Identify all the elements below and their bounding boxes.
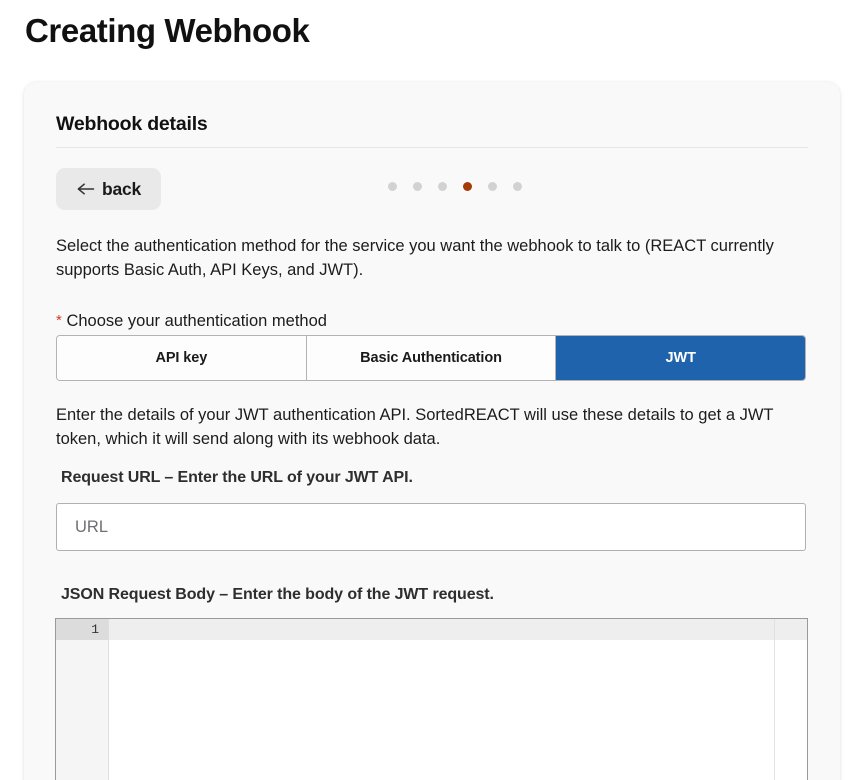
editor-print-margin	[774, 619, 775, 780]
step-dot-4[interactable]	[463, 182, 472, 191]
gutter-line-number: 1	[56, 619, 108, 640]
step-dot-5[interactable]	[488, 182, 497, 191]
card-title: Webhook details	[56, 113, 208, 136]
segment-jwt[interactable]: JWT	[556, 336, 805, 380]
auth-method-label-text: Choose your authentication method	[66, 312, 327, 330]
card-header-divider	[56, 147, 808, 148]
editor-line[interactable]	[109, 619, 807, 640]
request-url-input[interactable]	[56, 503, 806, 551]
jwt-description: Enter the details of your JWT authentica…	[56, 403, 816, 451]
navigation-row: back	[56, 168, 808, 212]
back-button-label: back	[102, 179, 141, 200]
back-button[interactable]: back	[56, 168, 161, 210]
json-request-body-editor[interactable]: 1	[55, 618, 808, 780]
editor-gutter: 1	[56, 619, 109, 780]
webhook-details-card: Webhook details back	[24, 82, 840, 780]
json-request-body-label: JSON Request Body – Enter the body of th…	[61, 586, 494, 604]
editor-text-area[interactable]	[109, 619, 807, 780]
request-url-label: Request URL – Enter the URL of your JWT …	[61, 469, 413, 487]
auth-method-label: * Choose your authentication method	[56, 312, 327, 331]
segment-api-key[interactable]: API key	[57, 336, 307, 380]
required-marker: *	[56, 312, 62, 329]
segment-basic-authentication[interactable]: Basic Authentication	[307, 336, 557, 380]
auth-method-segmented-control: API key Basic Authentication JWT	[56, 335, 806, 381]
step-dot-6[interactable]	[513, 182, 522, 191]
page-root: Creating Webhook Webhook details back	[0, 0, 854, 780]
intro-text: Select the authentication method for the…	[56, 234, 816, 282]
step-dot-1[interactable]	[388, 182, 397, 191]
arrow-left-icon	[76, 181, 95, 197]
step-dot-3[interactable]	[438, 182, 447, 191]
step-indicator	[388, 182, 522, 191]
step-dot-2[interactable]	[413, 182, 422, 191]
page-title: Creating Webhook	[25, 10, 310, 52]
